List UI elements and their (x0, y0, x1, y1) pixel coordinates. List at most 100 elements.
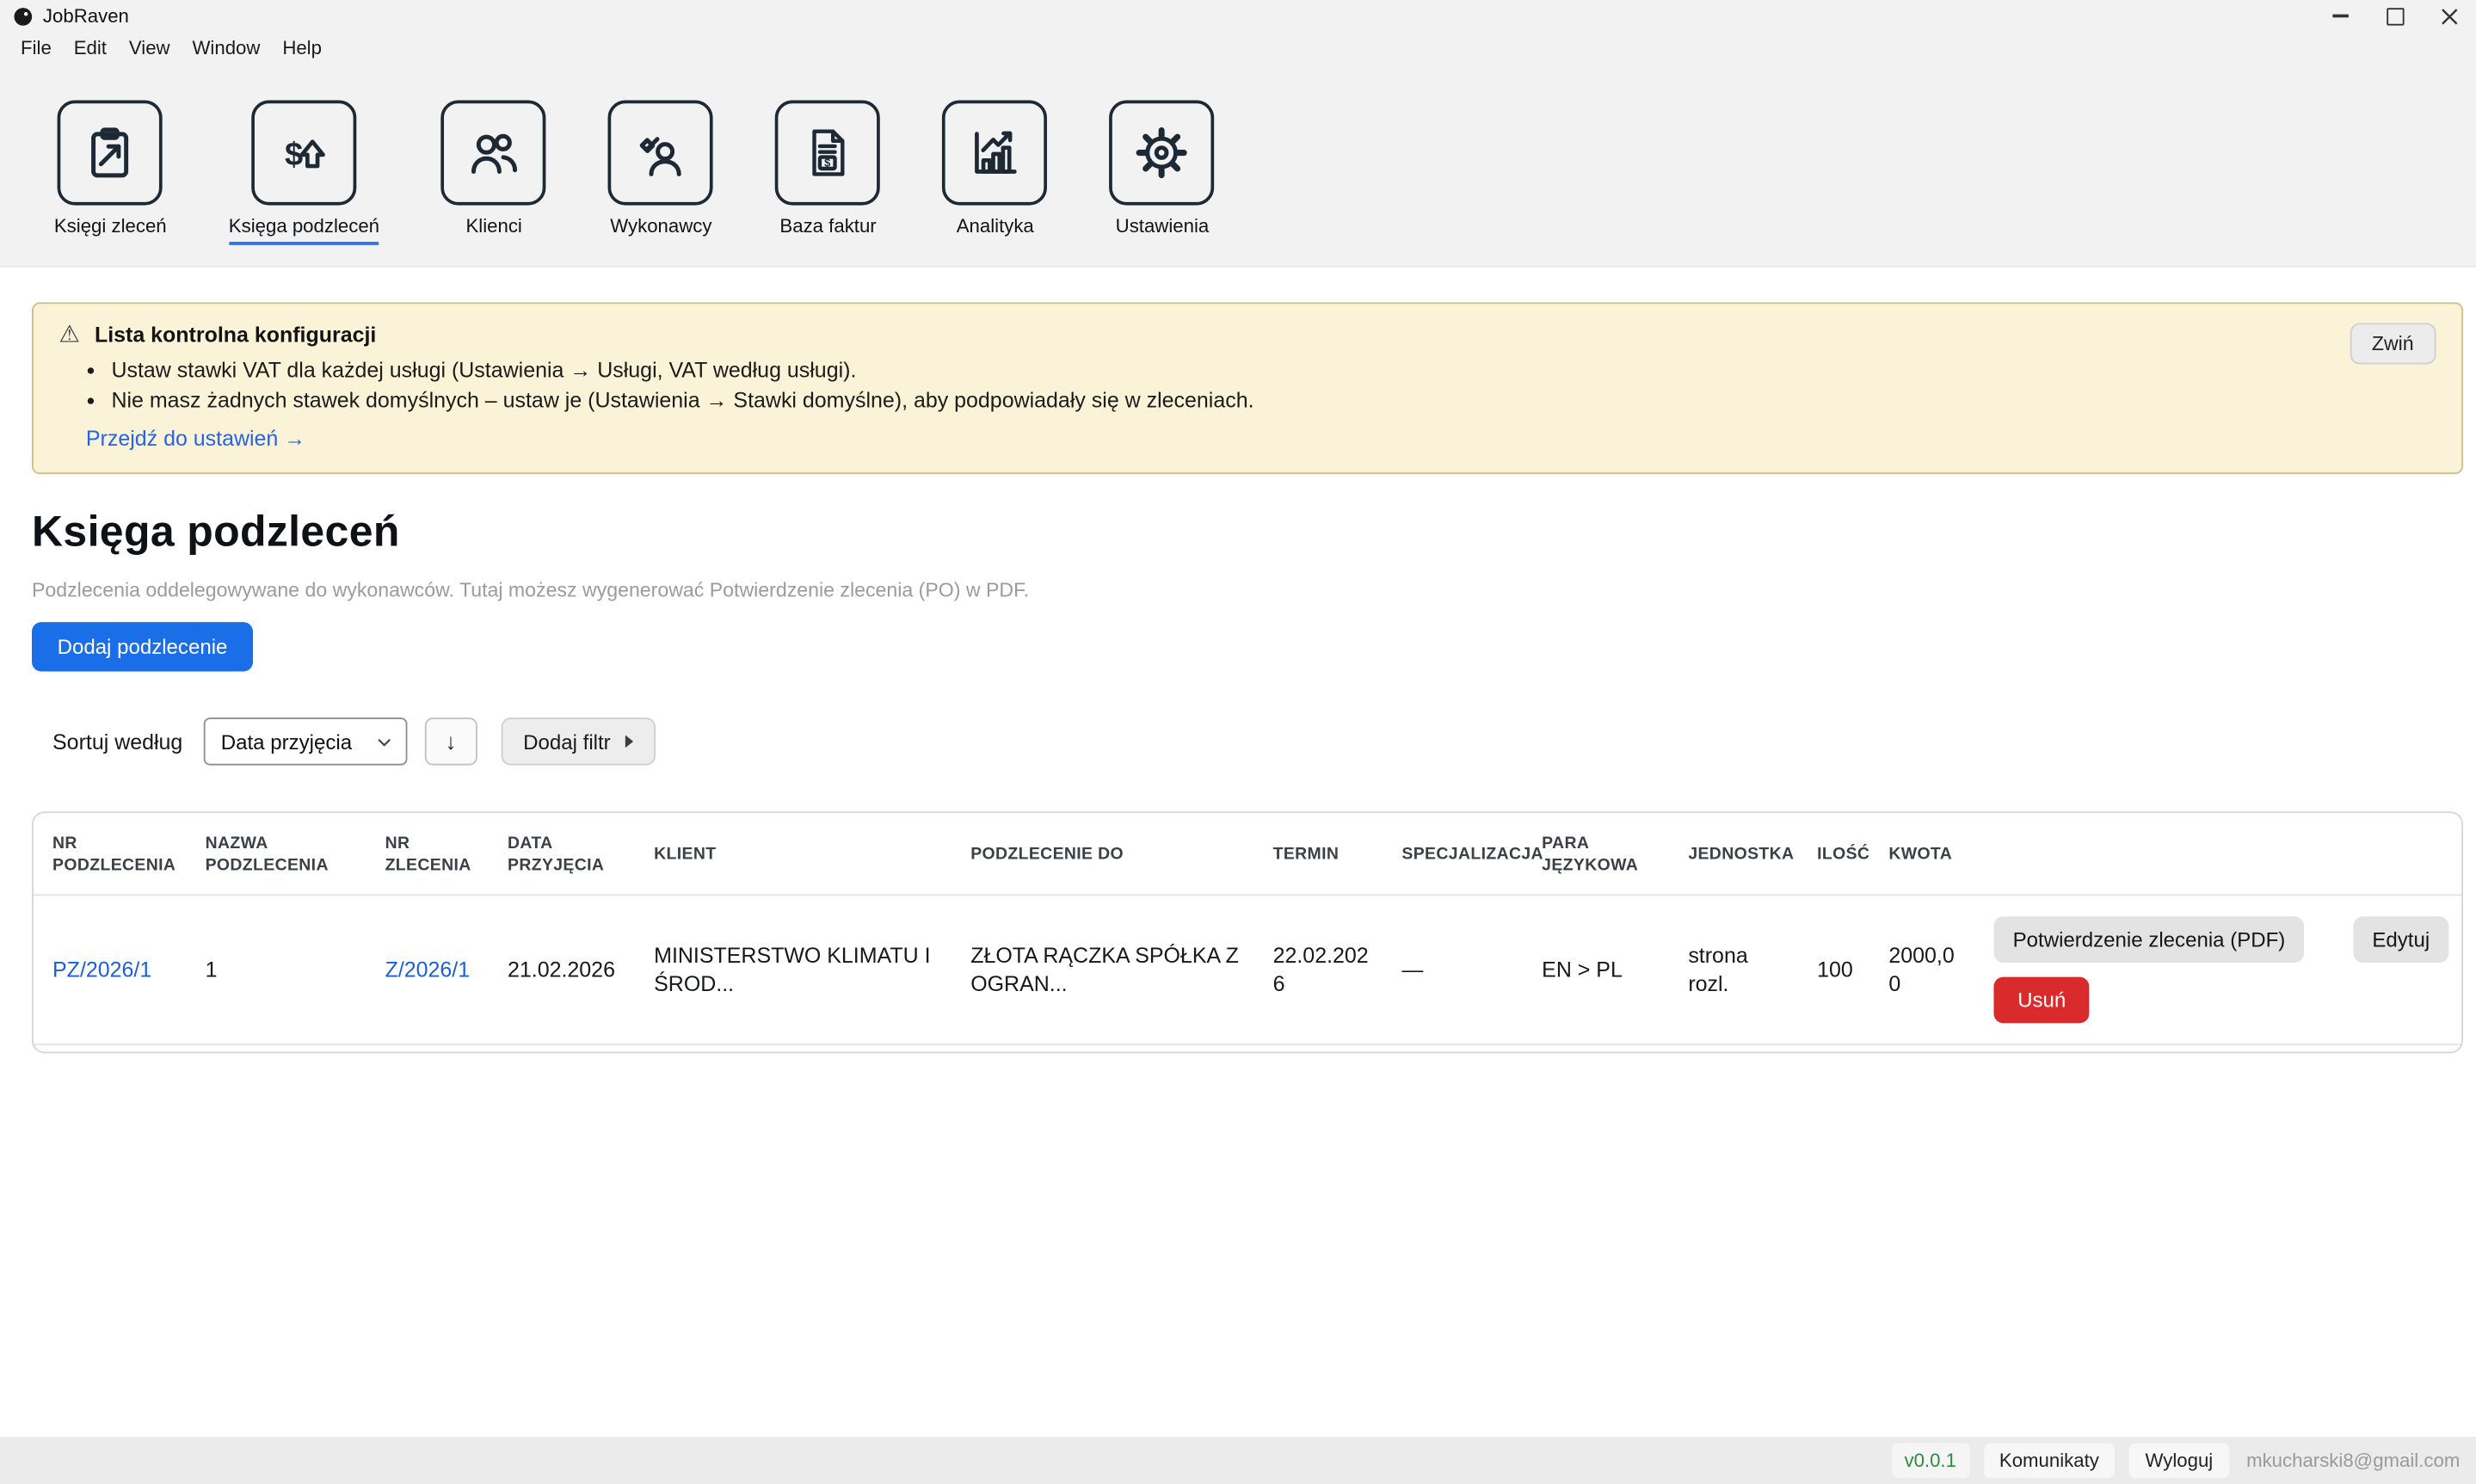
page-title: Księga podzleceń (32, 508, 2476, 557)
cell-data-przyjecia: 21.02.2026 (489, 896, 635, 1045)
col-klient: KLIENT (635, 813, 952, 896)
table-row: PZ/2026/1 1 Z/2026/1 21.02.2026 MINISTER… (34, 896, 2463, 1045)
menu-view[interactable]: View (118, 34, 182, 62)
col-podzlecenie-do: PODZLECENIE DO (952, 813, 1253, 896)
table-header-row: NR PODZLECENIA NAZWA PODZLECENIA NR ZLEC… (34, 813, 2463, 896)
col-nr-zlecenia: NR ZLECENIA (366, 813, 488, 896)
col-specjalizacja: SPECJALIZACJA (1383, 813, 1523, 896)
col-jednostka: JEDNOSTKA (1669, 813, 1798, 896)
minimize-button[interactable] (2313, 0, 2368, 32)
cell-ilosc: 100 (1798, 896, 1869, 1045)
col-nr-podzlecenia: NR PODZLECENIA (34, 813, 187, 896)
cell-kwota: 2000,00 (1869, 896, 1974, 1045)
contractors-icon (608, 101, 713, 206)
col-data-przyjecia: DATA PRZYJĘCIA (489, 813, 635, 896)
cell-actions: Potwierdzenie zlecenia (PDF) Edytuj Usuń (1974, 896, 2463, 1045)
subcontracts-table-panel: NR PODZLECENIA NAZWA PODZLECENIA NR ZLEC… (32, 811, 2463, 1054)
triangle-right-icon (625, 735, 632, 748)
nav-item-baza-faktur[interactable]: $ Baza faktur (776, 101, 881, 243)
add-filter-label: Dodaj filtr (523, 730, 611, 754)
sort-direction-button[interactable]: ↓ (424, 717, 477, 765)
sort-by-select[interactable]: Data przyjęcia (203, 717, 407, 765)
orders-books-icon (58, 101, 163, 206)
nav-item-wykonawcy[interactable]: Wykonawcy (608, 101, 713, 243)
settings-icon (1110, 101, 1215, 206)
nav-label: Księgi zleceń (54, 215, 167, 242)
maximize-icon (2386, 7, 2403, 24)
menu-edit[interactable]: Edit (63, 34, 118, 62)
nav-item-ustawienia[interactable]: Ustawienia (1110, 101, 1215, 243)
sort-by-selected-value: Data przyjęcia (221, 730, 352, 754)
config-checklist-banner: ⚠ Lista kontrolna konfiguracji Ustaw sta… (32, 302, 2463, 474)
arrow-down-icon: ↓ (446, 729, 457, 754)
window-title: JobRaven (43, 5, 129, 28)
delete-button[interactable]: Usuń (1993, 977, 2090, 1024)
nav-label: Księga podzleceń (229, 215, 379, 245)
add-filter-button[interactable]: Dodaj filtr (501, 717, 655, 765)
banner-header: ⚠ Lista kontrolna konfiguracji (59, 323, 2436, 347)
version-badge: v0.0.1 (1892, 1443, 1969, 1478)
add-subcontract-button[interactable]: Dodaj podzlecenie (32, 622, 253, 671)
status-bar: v0.0.1 Komunikaty Wyloguj mkucharski8@gm… (0, 1437, 2476, 1484)
close-icon (2440, 7, 2457, 24)
menu-bar: File Edit View Window Help (0, 32, 2476, 64)
order-confirmation-pdf-button[interactable]: Potwierdzenie zlecenia (PDF) (1993, 917, 2304, 964)
subcontracts-book-icon: $ (251, 101, 356, 206)
minimize-icon (2332, 15, 2348, 17)
app-window: JobRaven File Edit View Window Help (0, 0, 2476, 1484)
cell-jednostka: strona rozl. (1669, 896, 1798, 1045)
banner-checklist: Ustaw stawki VAT dla każdej usługi (Usta… (59, 358, 2436, 412)
analytics-icon (943, 101, 1048, 206)
banner-title: Lista kontrolna konfiguracji (95, 323, 376, 347)
cell-nazwa-podzlecenia: 1 (186, 896, 366, 1045)
nav-label: Klienci (465, 215, 521, 242)
col-termin: TERMIN (1253, 813, 1383, 896)
cell-nr-podzlecenia: PZ/2026/1 (34, 896, 187, 1045)
go-to-settings-link[interactable]: Przejdź do ustawień → (86, 427, 305, 451)
content-area: ⚠ Lista kontrolna konfiguracji Ustaw sta… (0, 302, 2476, 1053)
edit-button[interactable]: Edytuj (2353, 917, 2448, 964)
close-button[interactable] (2422, 0, 2476, 32)
col-para-jezykowa: PARA JĘZYKOWA (1523, 813, 1669, 896)
nav-label: Baza faktur (779, 215, 876, 242)
app-logo-icon (13, 5, 34, 26)
subcontract-number-link[interactable]: PZ/2026/1 (52, 958, 151, 982)
cell-termin: 22.02.2026 (1253, 896, 1383, 1045)
col-kwota: KWOTA (1869, 813, 1974, 896)
banner-checklist-item: Nie masz żadnych stawek domyślnych – ust… (111, 388, 2436, 412)
nav-item-analityka[interactable]: Analityka (943, 101, 1048, 243)
nav-label: Analityka (957, 215, 1034, 242)
cell-podzlecenie-do: ZŁOTA RĄCZKA SPÓŁKA Z OGRAN... (952, 896, 1253, 1045)
col-ilosc: ILOŚĆ (1798, 813, 1869, 896)
cell-para-jezykowa: EN > PL (1523, 896, 1669, 1045)
messages-button[interactable]: Komunikaty (1983, 1443, 2115, 1478)
sort-by-label: Sortuj według (52, 730, 182, 754)
cell-nr-zlecenia: Z/2026/1 (366, 896, 488, 1045)
cell-klient: MINISTERSTWO KLIMATU I ŚROD... (635, 896, 952, 1045)
clients-icon (441, 101, 546, 206)
banner-checklist-item: Ustaw stawki VAT dla każdej usługi (Usta… (111, 358, 2436, 382)
invoices-icon: $ (776, 101, 881, 206)
menu-help[interactable]: Help (271, 34, 333, 62)
page-subtitle: Podzlecenia oddelegowywane do wykonawców… (32, 579, 2476, 601)
title-bar: JobRaven (0, 0, 2476, 32)
svg-text:$: $ (825, 156, 831, 169)
collapse-banner-button[interactable]: Zwiń (2350, 323, 2436, 364)
subcontracts-table: NR PODZLECENIA NAZWA PODZLECENIA NR ZLEC… (34, 813, 2463, 1046)
filter-row: Sortuj według Data przyjęcia ↓ Dodaj fil… (52, 717, 2476, 765)
main-nav-toolbar: Księgi zleceń $ Księga podzleceń Klie (0, 64, 2476, 268)
menu-file[interactable]: File (9, 34, 63, 62)
col-actions (1974, 813, 2463, 896)
col-nazwa-podzlecenia: NAZWA PODZLECENIA (186, 813, 366, 896)
nav-item-klienci[interactable]: Klienci (441, 101, 546, 243)
logout-button[interactable]: Wyloguj (2129, 1443, 2229, 1478)
nav-item-ksiegi-zlecen[interactable]: Księgi zleceń (54, 101, 167, 243)
user-email: mkucharski8@gmail.com (2246, 1450, 2460, 1472)
chevron-down-icon (375, 733, 392, 750)
order-number-link[interactable]: Z/2026/1 (385, 958, 471, 982)
cell-specjalizacja: — (1383, 896, 1523, 1045)
row-actions: Potwierdzenie zlecenia (PDF) Edytuj Usuń (1993, 917, 2448, 1024)
nav-item-ksiega-podzlecen[interactable]: $ Księga podzleceń (229, 101, 379, 245)
maximize-button[interactable] (2368, 0, 2422, 32)
menu-window[interactable]: Window (182, 34, 272, 62)
